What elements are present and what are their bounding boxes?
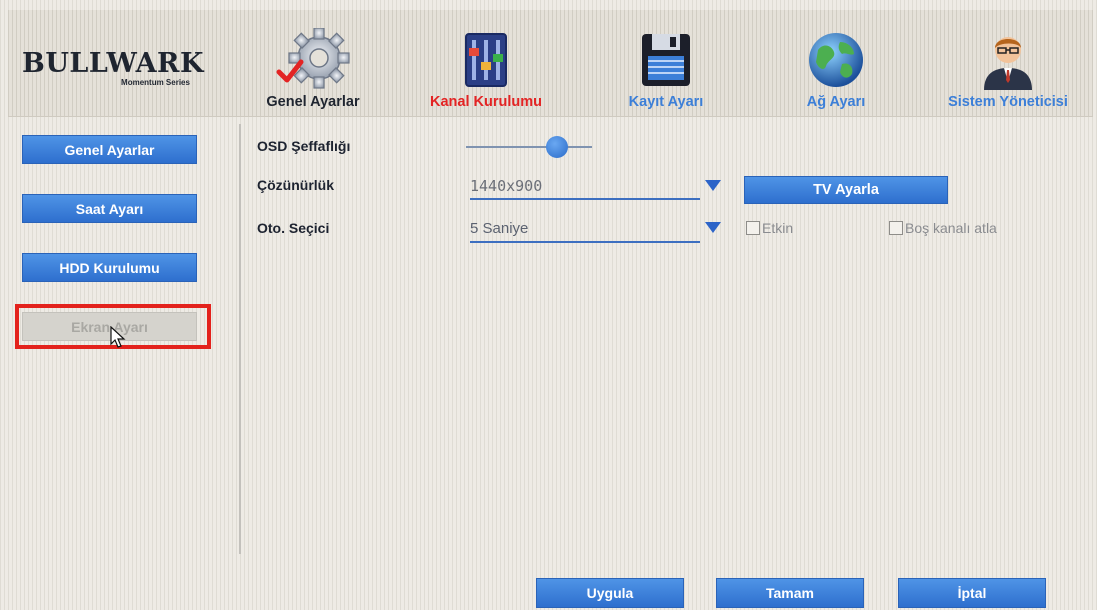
tab-record-settings[interactable]: Kayıt Ayarı xyxy=(606,28,726,110)
cancel-button[interactable]: İptal xyxy=(898,578,1046,608)
enable-checkbox-label: Etkin xyxy=(762,220,794,236)
tab-label: Kayıt Ayarı xyxy=(628,94,704,110)
tab-label: Sistem Yöneticisi xyxy=(948,94,1068,110)
mouse-cursor-icon xyxy=(110,326,126,348)
tv-adjust-button[interactable]: TV Ayarla xyxy=(744,176,948,204)
tab-system-admin[interactable]: Sistem Yöneticisi xyxy=(923,28,1093,110)
brand-name: BULLWARK xyxy=(22,48,204,79)
checkbox-box[interactable] xyxy=(889,221,903,235)
auto-sequence-select[interactable]: 5 Saniye xyxy=(470,217,700,243)
resolution-dropdown-arrow-icon[interactable] xyxy=(705,180,721,191)
tab-label: Kanal Kurulumu xyxy=(430,94,542,110)
gear-check-icon xyxy=(276,28,350,89)
skip-empty-channel-label: Boş kanalı atla xyxy=(905,220,997,236)
tab-label: Ağ Ayarı xyxy=(806,94,866,110)
mixer-icon xyxy=(465,33,507,87)
checkbox-box[interactable] xyxy=(746,221,760,235)
tab-general-settings[interactable]: Genel Ayarlar xyxy=(253,28,373,110)
resolution-label: Çözünürlük xyxy=(257,177,334,193)
sidebar-divider xyxy=(239,124,241,554)
dvr-settings-screen: BULLWARK Momentum Series Genel Ayarlar K… xyxy=(0,0,1097,610)
sidebar-item-time-settings[interactable]: Saat Ayarı xyxy=(22,194,197,223)
top-navigation-bar: BULLWARK Momentum Series Genel Ayarlar K… xyxy=(8,10,1093,117)
sidebar-item-hdd-setup[interactable]: HDD Kurulumu xyxy=(22,253,197,282)
sidebar-item-general-settings[interactable]: Genel Ayarlar xyxy=(22,135,197,164)
tab-channel-setup[interactable]: Kanal Kurulumu xyxy=(421,28,551,110)
enable-checkbox[interactable]: Etkin xyxy=(746,220,793,236)
osd-transparency-slider-handle[interactable] xyxy=(545,136,568,158)
osd-transparency-label: OSD Şeffaflığı xyxy=(257,138,351,154)
apply-button[interactable]: Uygula xyxy=(536,578,684,608)
skip-empty-channel-checkbox[interactable]: Boş kanalı atla xyxy=(889,220,997,236)
tab-label: Genel Ayarlar xyxy=(266,94,360,110)
brand-logo: BULLWARK Momentum Series xyxy=(22,48,204,88)
globe-icon xyxy=(809,33,863,87)
ok-button[interactable]: Tamam xyxy=(716,578,864,608)
admin-user-icon xyxy=(984,37,1032,90)
tab-network-settings[interactable]: Ağ Ayarı xyxy=(786,28,886,110)
osd-transparency-slider[interactable] xyxy=(466,146,592,148)
auto-sequence-dropdown-arrow-icon[interactable] xyxy=(705,222,721,233)
brand-subtitle: Momentum Series xyxy=(121,78,190,87)
auto-sequence-label: Oto. Seçici xyxy=(257,220,330,236)
resolution-select[interactable]: 1440x900 xyxy=(470,174,700,200)
floppy-disk-icon xyxy=(642,34,690,86)
